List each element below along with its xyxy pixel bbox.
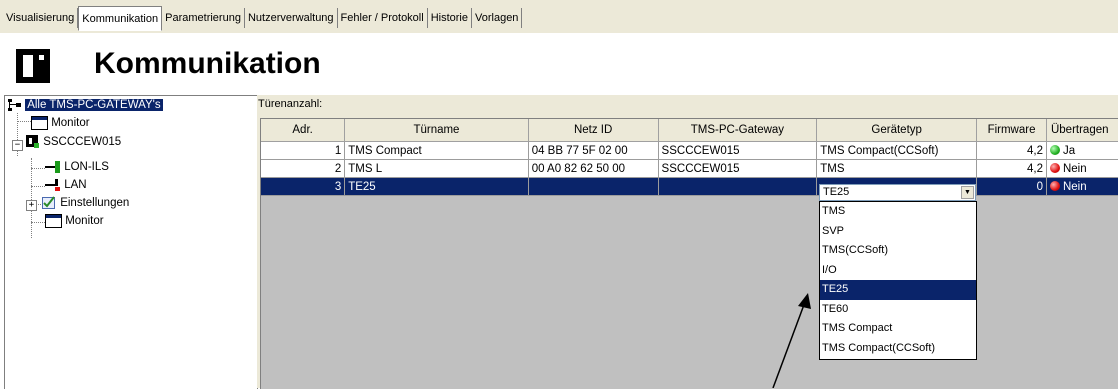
tree-lan-label: LAN bbox=[64, 179, 87, 191]
cell-firmware[interactable]: 4,2 bbox=[976, 141, 1047, 160]
tab-visualisierung[interactable]: Visualisierung bbox=[3, 8, 79, 28]
col-gateway[interactable]: TMS-PC-Gateway bbox=[658, 119, 818, 142]
option-io[interactable]: I/O bbox=[820, 261, 976, 281]
tab-parametrierung[interactable]: Parametrierung bbox=[162, 8, 245, 28]
status-text: Nein bbox=[1062, 180, 1087, 193]
col-netz-id[interactable]: Netz ID bbox=[528, 119, 659, 142]
gateway-device-icon bbox=[26, 135, 39, 149]
page-header: Kommunikation bbox=[0, 33, 1118, 95]
table-header-row: Adr. Türname Netz ID TMS-PC-Gateway Gerä… bbox=[261, 119, 1118, 142]
tab-nutzerverwaltung[interactable]: Nutzerverwaltung bbox=[245, 8, 338, 28]
tabs: Visualisierung Kommunikation Parametrier… bbox=[3, 6, 523, 31]
tab-vorlagen[interactable]: Vorlagen bbox=[472, 8, 523, 28]
cell-gateway[interactable] bbox=[658, 177, 818, 196]
status-text: Ja bbox=[1062, 144, 1076, 157]
option-tms-compact-ccsoft[interactable]: TMS Compact(CCSoft) bbox=[820, 339, 976, 359]
cell-firmware[interactable]: 0 bbox=[976, 177, 1047, 196]
tree-item-einstellungen[interactable]: Einstellungen bbox=[41, 195, 129, 212]
cell-type[interactable]: TMS Compact(CCSoft) bbox=[816, 141, 978, 160]
status-fail-icon bbox=[1049, 180, 1060, 191]
cell-gateway[interactable]: SSCCCEW015 bbox=[658, 141, 818, 160]
cell-adr[interactable]: 1 bbox=[261, 141, 346, 160]
cell-type[interactable]: TMS bbox=[816, 159, 978, 178]
option-tms[interactable]: TMS bbox=[820, 202, 976, 222]
status-text: Nein bbox=[1062, 162, 1087, 175]
option-te60[interactable]: TE60 bbox=[820, 300, 976, 320]
col-adr[interactable]: Adr. bbox=[261, 119, 346, 142]
cell-name[interactable]: TE25 bbox=[344, 177, 529, 196]
monitor-icon bbox=[45, 213, 62, 228]
tree-lon-label: LON-ILS bbox=[64, 161, 109, 173]
expand-toggle[interactable]: + bbox=[26, 200, 37, 211]
doors-grid[interactable]: Adr. Türname Netz ID TMS-PC-Gateway Gerä… bbox=[260, 118, 1118, 389]
doors-table: Adr. Türname Netz ID TMS-PC-Gateway Gerä… bbox=[261, 119, 1118, 196]
col-firmware[interactable]: Firmware bbox=[976, 119, 1047, 142]
dropdown-arrow-icon[interactable]: ▼ bbox=[961, 186, 974, 199]
tree-root-label: Alle TMS-PC-GATEWAY's bbox=[25, 99, 163, 111]
tree-item-device[interactable]: SSCCCEW015 bbox=[25, 134, 121, 151]
tree-device-label: SSCCCEW015 bbox=[43, 136, 122, 148]
option-tms-ccsoft[interactable]: TMS(CCSoft) bbox=[820, 241, 976, 261]
cell-name[interactable]: TMS L bbox=[344, 159, 529, 178]
cell-name[interactable]: TMS Compact bbox=[344, 141, 529, 160]
tree-settings-label: Einstellungen bbox=[60, 197, 130, 209]
col-geraetetyp[interactable]: Gerätetyp bbox=[816, 119, 978, 142]
cell-status[interactable]: Nein bbox=[1046, 159, 1118, 178]
cell-status[interactable]: Nein bbox=[1046, 177, 1118, 196]
tree-item-all-gateways[interactable]: Alle TMS-PC-GATEWAY's bbox=[7, 97, 163, 114]
settings-checklist-icon bbox=[42, 196, 55, 210]
status-fail-icon bbox=[1049, 162, 1060, 173]
tab-historie[interactable]: Historie bbox=[428, 8, 472, 28]
cell-status[interactable]: Ja bbox=[1046, 141, 1118, 160]
cell-firmware[interactable]: 4,2 bbox=[976, 159, 1047, 178]
tree-monitor2-label: Monitor bbox=[65, 215, 104, 227]
collapse-toggle[interactable]: − bbox=[12, 140, 23, 151]
page-title: Kommunikation bbox=[94, 47, 321, 80]
table-row[interactable]: 2 TMS L 00 A0 82 62 50 00 SSCCCEW015 TMS… bbox=[261, 159, 1118, 178]
device-type-dropdown-list[interactable]: TMS SVP TMS(CCSoft) I/O TE25 TE60 TMS Co… bbox=[819, 201, 977, 360]
network-icon bbox=[8, 98, 21, 111]
tab-bar: Visualisierung Kommunikation Parametrier… bbox=[0, 0, 1118, 33]
combobox-value: TE25 bbox=[823, 186, 850, 198]
option-svp[interactable]: SVP bbox=[820, 222, 976, 242]
table-row[interactable]: 1 TMS Compact 04 BB 77 5F 02 00 SSCCCEW0… bbox=[261, 141, 1118, 160]
monitor-icon bbox=[31, 115, 48, 130]
cell-netz[interactable]: 00 A0 82 62 50 00 bbox=[528, 159, 659, 178]
tab-fehler-protokoll[interactable]: Fehler / Protokoll bbox=[338, 8, 428, 28]
door-count-label: Türenanzahl: bbox=[258, 98, 323, 110]
tree-item-monitor-2[interactable]: Monitor bbox=[45, 213, 104, 230]
device-type-combobox[interactable]: TE25 ▼ bbox=[819, 184, 976, 201]
device-tree[interactable]: Alle TMS-PC-GATEWAY's Monitor − SSCCCEW0… bbox=[4, 95, 258, 389]
option-te25[interactable]: TE25 bbox=[820, 280, 976, 300]
cell-adr[interactable]: 2 bbox=[261, 159, 346, 178]
tab-kommunikation[interactable]: Kommunikation bbox=[78, 6, 163, 31]
tree-item-lan[interactable]: LAN bbox=[45, 177, 87, 194]
table-row-selected[interactable]: 3 TE25 0 Nein bbox=[261, 177, 1118, 196]
lon-connection-icon bbox=[45, 160, 60, 173]
option-tms-compact[interactable]: TMS Compact bbox=[820, 319, 976, 339]
cell-netz[interactable] bbox=[528, 177, 659, 196]
cell-gateway[interactable]: SSCCCEW015 bbox=[658, 159, 818, 178]
tree-item-monitor[interactable]: Monitor bbox=[31, 115, 90, 132]
col-tuername[interactable]: Türname bbox=[344, 119, 529, 142]
tree-monitor-label: Monitor bbox=[51, 117, 90, 129]
cell-netz[interactable]: 04 BB 77 5F 02 00 bbox=[528, 141, 659, 160]
status-ok-icon bbox=[1049, 144, 1060, 155]
tree-item-lon-ils[interactable]: LON-ILS bbox=[45, 159, 109, 176]
company-logo bbox=[16, 49, 50, 83]
col-uebertragen[interactable]: Übertragen bbox=[1046, 119, 1118, 142]
cell-adr[interactable]: 3 bbox=[261, 177, 346, 196]
lan-connection-icon bbox=[45, 178, 60, 191]
